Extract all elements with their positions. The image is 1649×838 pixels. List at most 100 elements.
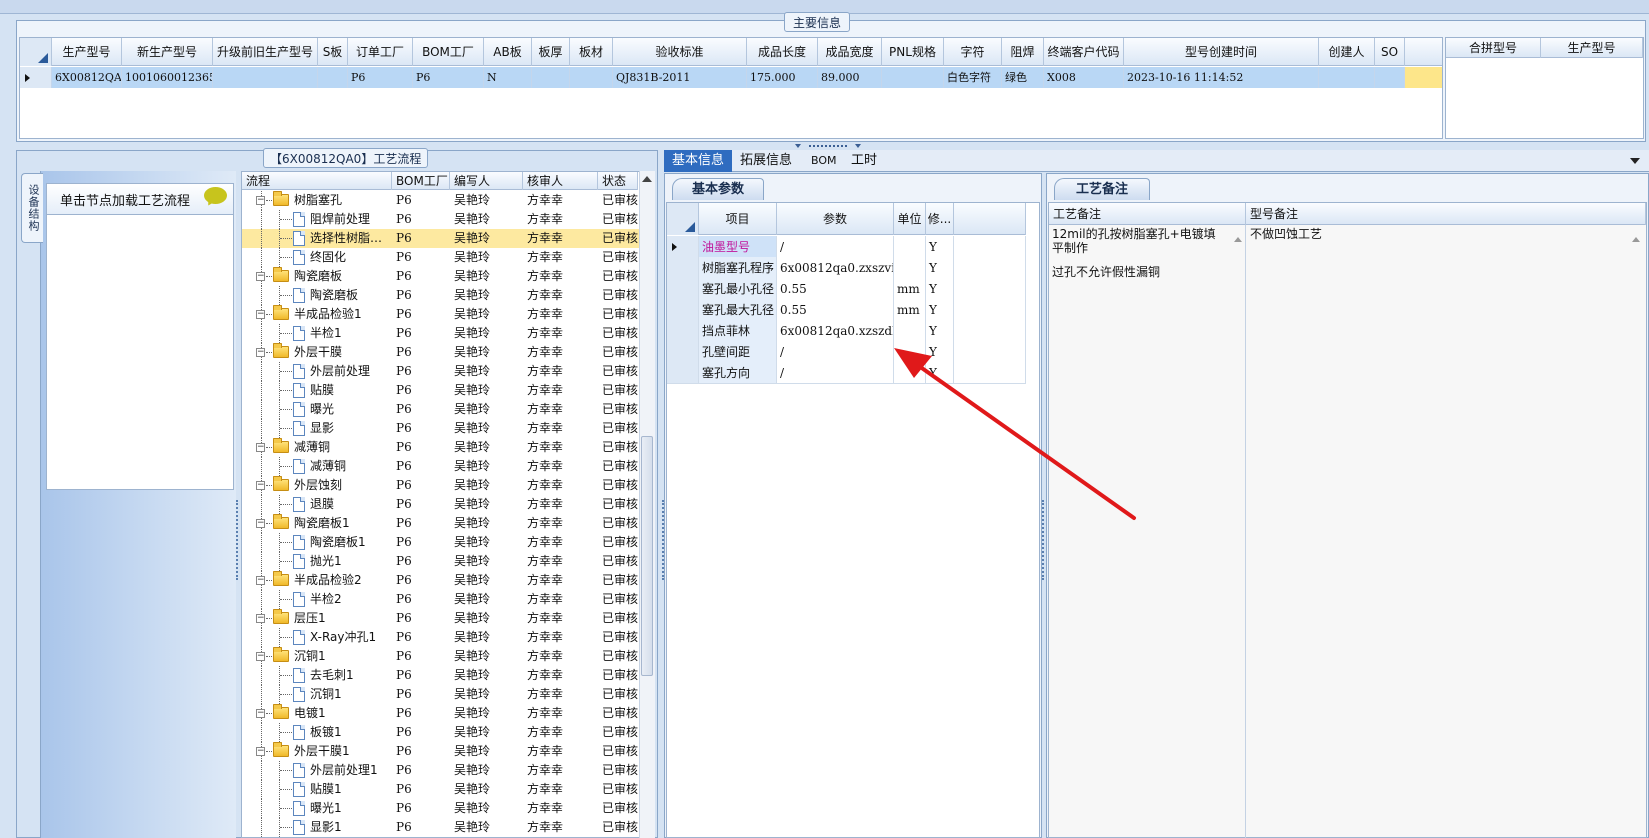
- model-remark-text[interactable]: 不做凹蚀工艺: [1250, 227, 1600, 241]
- tree-flow-cell[interactable]: 选择性树脂…: [242, 229, 392, 248]
- tree-step-row[interactable]: 沉铜1 P6 吴艳玲 方幸幸 已审核: [242, 685, 642, 704]
- param-item-cell[interactable]: 挡点菲林: [699, 320, 777, 342]
- tree-step-row[interactable]: 半检1 P6 吴艳玲 方幸幸 已审核: [242, 324, 642, 343]
- param-value-cell[interactable]: /: [777, 236, 894, 258]
- param-value-cell[interactable]: /: [777, 362, 894, 384]
- tree-folder-row[interactable]: − 电镀1 P6 吴艳玲 方幸幸 已审核: [242, 704, 642, 723]
- param-row-indicator[interactable]: [667, 236, 699, 258]
- main-col-header[interactable]: 板材: [570, 38, 613, 66]
- collapse-toggle-icon[interactable]: −: [256, 519, 265, 528]
- tree-folder-row[interactable]: − 外层干膜 P6 吴艳玲 方幸幸 已审核: [242, 343, 642, 362]
- tree-flow-cell[interactable]: − 树脂塞孔: [242, 191, 392, 210]
- tree-flow-cell[interactable]: 半检1: [242, 324, 392, 343]
- tree-flow-cell[interactable]: 半检2: [242, 590, 392, 609]
- current-cell-highlight[interactable]: [1405, 67, 1442, 88]
- main-cell[interactable]: P6: [348, 67, 413, 88]
- tree-step-row[interactable]: 减薄铜 P6 吴艳玲 方幸幸 已审核: [242, 457, 642, 476]
- collapse-toggle-icon[interactable]: −: [256, 443, 265, 452]
- main-col-header[interactable]: PNL规格: [882, 38, 944, 66]
- main-cell[interactable]: 89.000: [818, 67, 882, 88]
- tree-flow-cell[interactable]: 显影1: [242, 818, 392, 837]
- tab-process-remarks[interactable]: 工艺备注: [1054, 178, 1150, 200]
- main-col-header[interactable]: AB板: [484, 38, 532, 66]
- tree-step-row[interactable]: 陶瓷磨板 P6 吴艳玲 方幸幸 已审核: [242, 286, 642, 305]
- main-col-header[interactable]: 字符: [944, 38, 1002, 66]
- tree-step-row[interactable]: 曝光 P6 吴艳玲 方幸幸 已审核: [242, 400, 642, 419]
- collapse-toggle-icon[interactable]: −: [256, 310, 265, 319]
- collapse-toggle-icon[interactable]: −: [256, 614, 265, 623]
- tree-flow-cell[interactable]: − 陶瓷磨板1: [242, 514, 392, 533]
- param-row[interactable]: 挡点菲林 6x00812qa0.xzszdh Y: [667, 320, 1026, 342]
- tree-flow-cell[interactable]: − 外层干膜1: [242, 742, 392, 761]
- main-col-header[interactable]: SO: [1375, 38, 1405, 66]
- tree-col-header[interactable]: BOM工厂: [392, 172, 450, 190]
- param-row[interactable]: 油墨型号 / Y: [667, 236, 1026, 258]
- collapse-toggle-icon[interactable]: −: [256, 481, 265, 490]
- param-mod-cell[interactable]: Y: [926, 236, 954, 258]
- param-row-indicator[interactable]: [667, 278, 699, 300]
- main-cell[interactable]: [318, 67, 348, 88]
- main-info-grid[interactable]: 生产型号 新生产型号 升级前旧生产型号 S板 订单工厂 BOM工厂 AB板 板厚 板材 验收标准成…: [19, 37, 1443, 139]
- collapse-toggle-icon[interactable]: −: [256, 196, 265, 205]
- param-row[interactable]: 树脂塞孔程序 6x00812qa0.zxszvia Y: [667, 257, 1026, 279]
- tree-step-row[interactable]: 退膜 P6 吴艳玲 方幸幸 已审核: [242, 495, 642, 514]
- tree-step-row[interactable]: 抛光1 P6 吴艳玲 方幸幸 已审核: [242, 552, 642, 571]
- tree-flow-cell[interactable]: 贴膜1: [242, 780, 392, 799]
- main-grid-row[interactable]: 6X00812QA010010600123651P6P6NQJ831B-2011…: [20, 67, 1442, 88]
- main-col-header[interactable]: 板厚: [532, 38, 570, 66]
- main-cell[interactable]: 6X00812QA0: [52, 67, 122, 88]
- tree-step-row[interactable]: 阻焊前处理 P6 吴艳玲 方幸幸 已审核: [242, 210, 642, 229]
- collapse-toggle-icon[interactable]: −: [256, 709, 265, 718]
- param-row-indicator[interactable]: [667, 320, 699, 342]
- tree-flow-cell[interactable]: 贴膜: [242, 381, 392, 400]
- tree-flow-cell[interactable]: 显影: [242, 419, 392, 438]
- param-value-cell[interactable]: 6x00812qa0.xzszdh: [777, 320, 894, 342]
- main-cell[interactable]: 白色字符: [944, 67, 1002, 88]
- param-item-cell[interactable]: 树脂塞孔程序: [699, 257, 777, 279]
- tree-col-header[interactable]: 流程: [242, 172, 392, 190]
- tree-flow-cell[interactable]: 减薄铜: [242, 457, 392, 476]
- params-col-header[interactable]: 参数: [777, 203, 894, 235]
- tree-flow-cell[interactable]: − 外层干膜: [242, 343, 392, 362]
- param-item-cell[interactable]: 塞孔最小孔径: [699, 278, 777, 300]
- grid-corner[interactable]: [20, 38, 52, 66]
- main-col-header[interactable]: 生产型号: [52, 38, 122, 66]
- tree-flow-cell[interactable]: − 半成品检验1: [242, 305, 392, 324]
- main-col-header[interactable]: 阻焊: [1002, 38, 1044, 66]
- horizontal-splitter-grip[interactable]: [795, 144, 865, 149]
- tree-step-row[interactable]: 去毛刺1 P6 吴艳玲 方幸幸 已审核: [242, 666, 642, 685]
- param-value-cell[interactable]: 0.55: [777, 278, 894, 300]
- tree-step-row[interactable]: X-Ray冲孔1 P6 吴艳玲 方幸幸 已审核: [242, 628, 642, 647]
- tree-folder-row[interactable]: − 半成品检验1 P6 吴艳玲 方幸幸 已审核: [242, 305, 642, 324]
- tree-flow-cell[interactable]: 外层前处理: [242, 362, 392, 381]
- collapse-toggle-icon[interactable]: −: [256, 348, 265, 357]
- param-row-indicator[interactable]: [667, 362, 699, 384]
- tab-extended-info[interactable]: 拓展信息: [732, 150, 800, 172]
- tree-flow-cell[interactable]: − 外层蚀刻: [242, 476, 392, 495]
- tree-folder-row[interactable]: − 陶瓷磨板 P6 吴艳玲 方幸幸 已审核: [242, 267, 642, 286]
- main-cell[interactable]: QJ831B-2011: [613, 67, 747, 88]
- main-col-header[interactable]: 新生产型号: [122, 38, 213, 66]
- params-col-header[interactable]: 项目: [699, 203, 777, 235]
- tree-flow-cell[interactable]: − 减薄铜: [242, 438, 392, 457]
- merge-model-grid[interactable]: 合拼型号 生产型号: [1445, 37, 1644, 139]
- navigation-list[interactable]: [46, 183, 234, 490]
- tree-step-row[interactable]: 贴膜1 P6 吴艳玲 方幸幸 已审核: [242, 780, 642, 799]
- tab-bom[interactable]: BOM: [803, 150, 845, 172]
- param-unit-cell[interactable]: [894, 320, 926, 342]
- equipment-structure-tab[interactable]: 设备结构: [21, 173, 43, 243]
- tree-flow-cell[interactable]: 板镀1: [242, 723, 392, 742]
- tree-flow-cell[interactable]: − 电镀1: [242, 704, 392, 723]
- param-item-cell[interactable]: 孔壁间距: [699, 341, 777, 363]
- tree-folder-row[interactable]: − 减薄铜 P6 吴艳玲 方幸幸 已审核: [242, 438, 642, 457]
- process-tree-grid[interactable]: 流程 BOM工厂 编写人 核审人 状态 − 树脂塞孔 P6 吴艳玲 方幸幸 已审核 阻焊前处理 P6 吴…: [241, 171, 655, 838]
- param-mod-cell[interactable]: Y: [926, 299, 954, 321]
- main-cell[interactable]: X008: [1044, 67, 1124, 88]
- main-cell[interactable]: 绿色: [1002, 67, 1044, 88]
- tree-folder-row[interactable]: − 层压1 P6 吴艳玲 方幸幸 已审核: [242, 609, 642, 628]
- tree-step-row[interactable]: 外层前处理 P6 吴艳玲 方幸幸 已审核: [242, 362, 642, 381]
- tree-flow-cell[interactable]: 终固化: [242, 248, 392, 267]
- vertical-splitter-left[interactable]: [236, 500, 240, 580]
- param-item-cell[interactable]: 油墨型号: [699, 236, 777, 258]
- main-cell[interactable]: [882, 67, 944, 88]
